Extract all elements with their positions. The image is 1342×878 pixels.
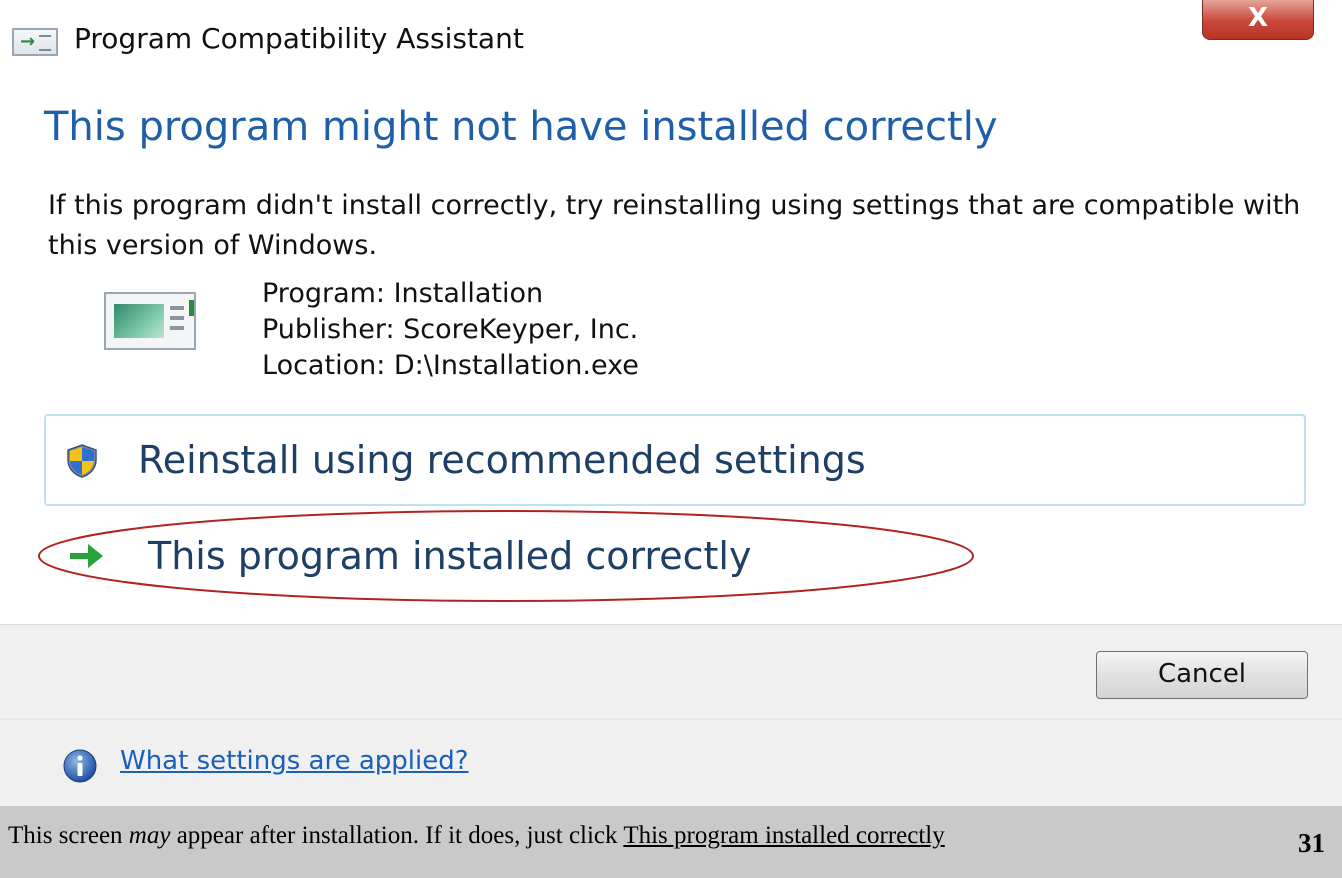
caption-text-2: appear after installation. If it does, j…	[170, 822, 624, 849]
program-location: Location: D:\Installation.exe	[262, 350, 639, 381]
what-settings-link[interactable]: What settings are applied?	[120, 746, 469, 776]
close-button[interactable]: X	[1202, 0, 1314, 40]
window-title: Program Compatibility Assistant	[74, 22, 524, 55]
program-name: Program: Installation	[262, 278, 544, 309]
title-bar: → Program Compatibility Assistant X	[0, 0, 1342, 88]
caption-text-1: This screen	[8, 822, 129, 849]
info-icon	[63, 749, 97, 783]
main-heading: This program might not have installed co…	[44, 104, 998, 150]
green-arrow-icon	[70, 544, 103, 568]
installed-correctly-label: This program installed correctly	[148, 534, 752, 578]
program-window-icon	[104, 292, 196, 350]
caption-emphasis: may	[128, 822, 171, 849]
caption-underlined: This program installed correctly	[623, 822, 945, 849]
page-number: 31	[1298, 828, 1325, 858]
reinstall-option[interactable]: Reinstall using recommended settings	[44, 414, 1306, 506]
description-text: If this program didn't install correctly…	[48, 190, 1301, 261]
compatibility-app-icon: →	[12, 28, 58, 56]
button-area: Cancel	[0, 624, 1342, 719]
publisher-name: Publisher: ScoreKeyper, Inc.	[262, 314, 639, 345]
close-icon: X	[1247, 3, 1269, 33]
uac-shield-icon	[67, 444, 97, 478]
slide-caption: This screen may appear after installatio…	[8, 822, 945, 850]
help-link-area: What settings are applied?	[0, 718, 1342, 808]
program-details: Program: Installation Publisher: ScoreKe…	[262, 276, 639, 384]
reinstall-option-label: Reinstall using recommended settings	[138, 438, 866, 482]
cancel-button[interactable]: Cancel	[1096, 651, 1308, 699]
installed-correctly-option[interactable]: This program installed correctly	[44, 520, 944, 592]
slide-caption-bar: This screen may appear after installatio…	[0, 806, 1342, 878]
